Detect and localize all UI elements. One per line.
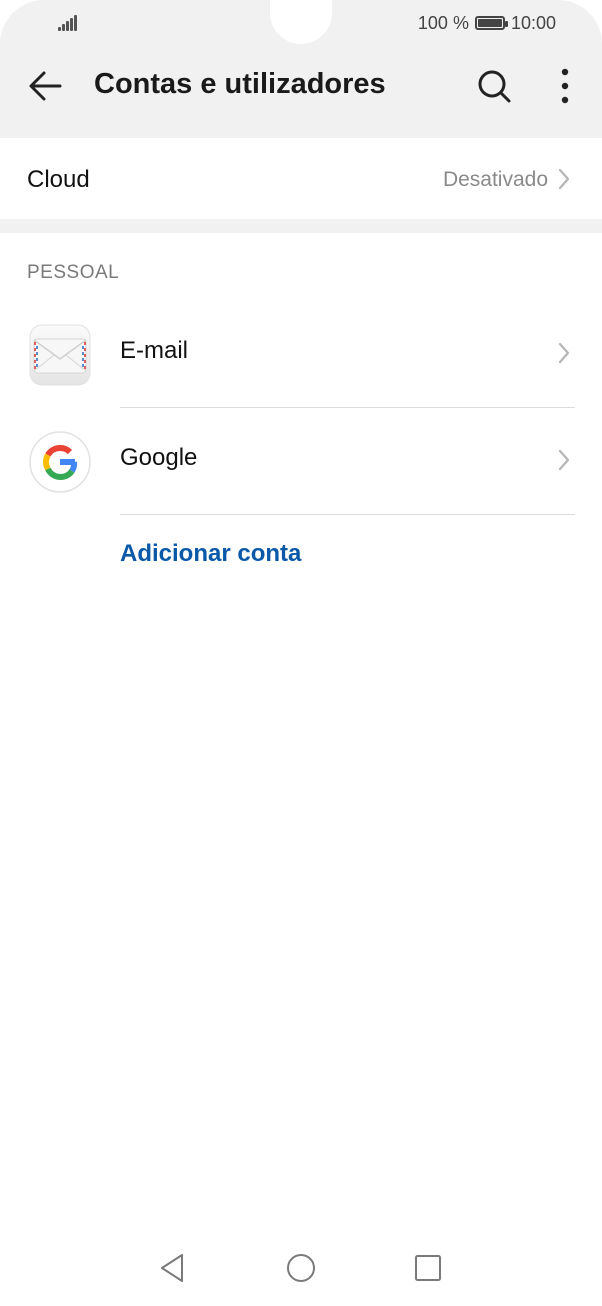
signal-icon (58, 13, 80, 31)
google-icon (28, 430, 92, 494)
cloud-status: Desativado (442, 168, 548, 191)
envelope-icon (28, 323, 92, 387)
chevron-right-icon (558, 168, 570, 190)
status-bar: 100 % 10:00 (0, 0, 602, 44)
nav-home-button[interactable] (281, 1248, 321, 1288)
back-arrow-icon (29, 71, 62, 101)
clock: 10:00 (510, 12, 556, 33)
account-label-google: Google (120, 444, 198, 471)
cloud-label: Cloud (27, 166, 90, 193)
battery-icon (474, 16, 508, 30)
nav-recents-icon (415, 1255, 441, 1281)
account-row-email[interactable]: E-mail (0, 301, 602, 407)
nav-home-icon (287, 1254, 315, 1282)
back-button[interactable] (22, 64, 70, 108)
battery-percent: 100 % (417, 12, 469, 33)
account-label-email: E-mail (120, 337, 189, 364)
chevron-right-icon (558, 342, 570, 364)
add-account-button[interactable]: Adicionar conta (120, 540, 301, 568)
chevron-right-icon (558, 449, 570, 471)
page-title: Contas e utilizadores (94, 68, 386, 100)
status-right: 100 % 10:00 (418, 12, 556, 34)
cloud-row[interactable]: Cloud Desativado (0, 138, 602, 220)
search-icon (478, 70, 511, 103)
navigation-bar (0, 1234, 602, 1306)
screen: 100 % 10:00 Contas e utilizadores Cloud … (0, 0, 602, 1306)
section-separator (0, 219, 602, 233)
more-vertical-icon (561, 68, 569, 104)
divider (120, 514, 575, 515)
account-row-google[interactable]: Google (0, 408, 602, 514)
section-header: PESSOAL (27, 262, 120, 283)
search-button[interactable] (470, 64, 518, 108)
nav-recents-button[interactable] (408, 1248, 448, 1288)
more-options-button[interactable] (545, 64, 585, 108)
nav-back-button[interactable] (152, 1248, 192, 1288)
app-bar: Contas e utilizadores (0, 44, 602, 128)
nav-back-icon (161, 1254, 183, 1282)
